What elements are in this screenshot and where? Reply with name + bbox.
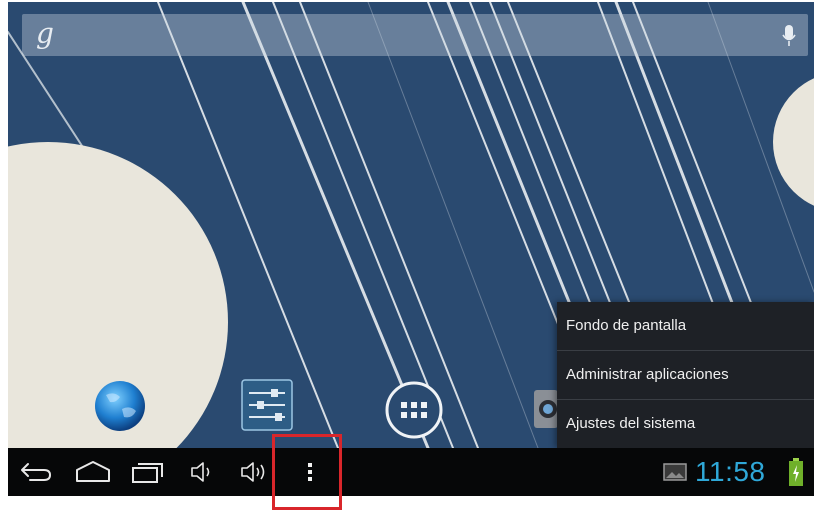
menu-item-manage-apps[interactable]: Administrar aplicaciones <box>557 350 814 399</box>
browser-globe-icon[interactable] <box>92 377 148 433</box>
back-icon[interactable] <box>16 456 56 488</box>
menu-item-system-settings[interactable]: Ajustes del sistema <box>557 399 814 448</box>
tablet-screen: g Fondo de pantalla Administrar aplicaci… <box>8 2 814 496</box>
home-icon[interactable] <box>72 456 114 488</box>
google-search-bar[interactable]: g <box>22 14 808 56</box>
navigation-bar: 11:58 <box>8 448 814 496</box>
screenshot-icon <box>663 463 687 481</box>
recent-apps-icon[interactable] <box>128 456 168 488</box>
settings-sliders-icon[interactable] <box>241 379 293 431</box>
volume-up-icon[interactable] <box>238 456 272 488</box>
overflow-menu: Fondo de pantalla Administrar aplicacion… <box>557 302 814 448</box>
google-logo: g <box>36 17 54 50</box>
camera-icon[interactable] <box>532 386 558 432</box>
microphone-icon[interactable] <box>782 24 796 48</box>
app-drawer-icon[interactable] <box>384 380 444 440</box>
menu-item-wallpaper[interactable]: Fondo de pantalla <box>557 302 814 350</box>
menu-button-highlight <box>272 434 342 510</box>
clock: 11:58 <box>695 456 766 487</box>
volume-down-icon[interactable] <box>188 456 218 488</box>
battery-icon <box>789 458 803 486</box>
